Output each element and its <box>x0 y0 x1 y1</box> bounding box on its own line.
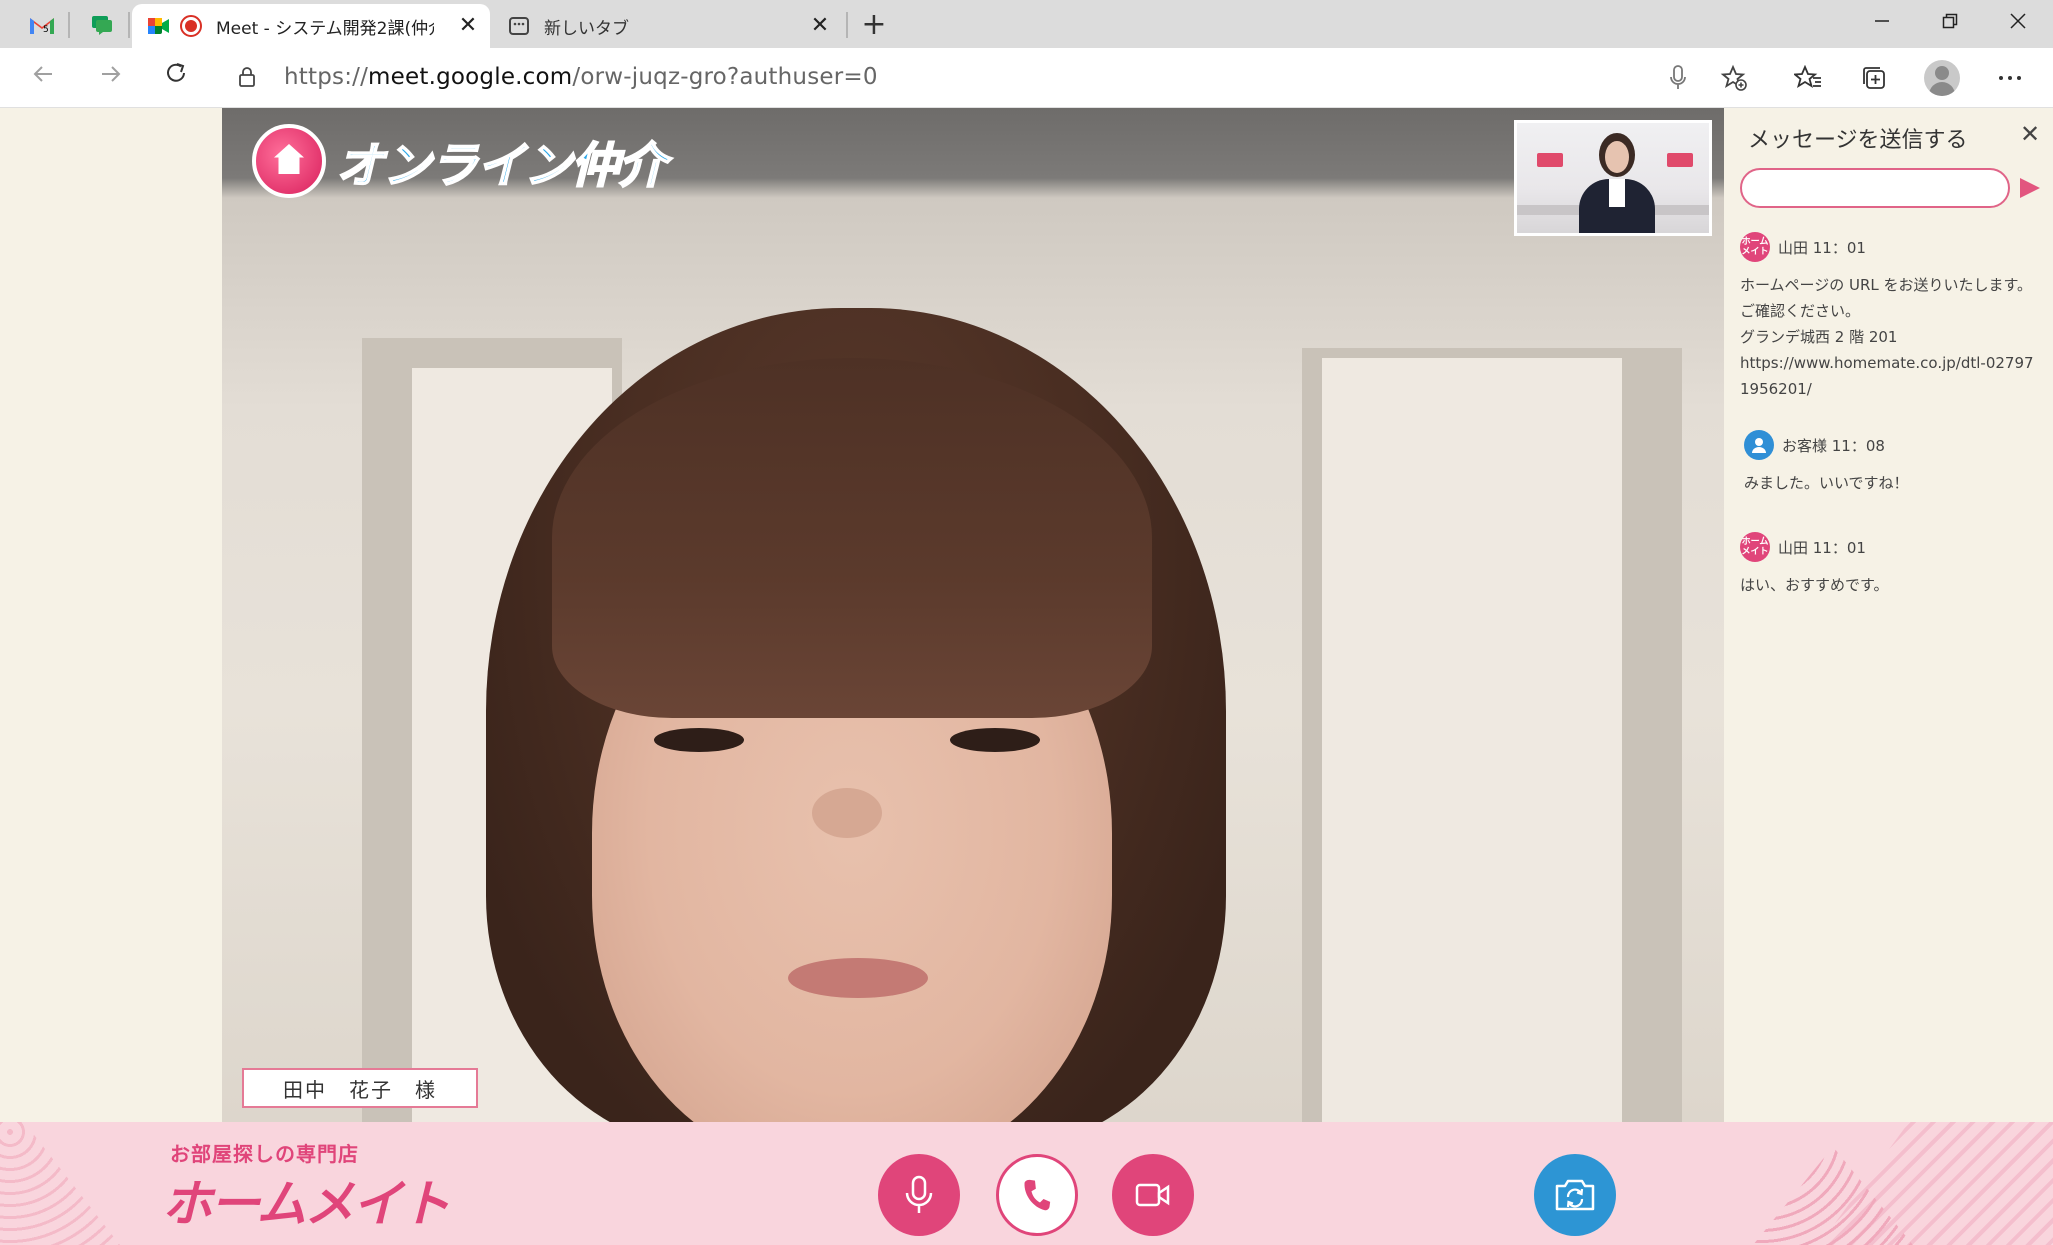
person-nose <box>812 788 882 838</box>
online-brokerage-logo-text: オンライン仲介 <box>335 137 667 195</box>
new-tab-page-icon <box>506 13 532 39</box>
customer-avatar-icon <box>1744 430 1774 460</box>
homemate-avatar-icon: ホーム メイト <box>1740 532 1770 562</box>
pinned-tab-chat[interactable] <box>76 6 128 44</box>
message-line: はい、おすすめです。 <box>1740 576 1889 594</box>
camera-toggle-button[interactable] <box>1112 1154 1194 1236</box>
message-line: グランデ城西 2 階 201 <box>1740 328 1898 346</box>
message-link[interactable]: https://www.homemate.co.jp/dtl-027971956… <box>1740 350 2040 402</box>
message-body: はい、おすすめです。 <box>1740 572 2040 598</box>
phone-icon <box>1024 1179 1051 1211</box>
chat-message-input[interactable] <box>1740 168 2010 208</box>
person-eye-left <box>654 728 744 752</box>
browser-toolbar: https://meet.google.com/orw-juqz-gro?aut… <box>0 48 2053 108</box>
call-control-bar: お部屋探しの専門店 ホームメイト <box>0 1122 2053 1245</box>
message-sender: 山田 11：01 <box>1778 238 1866 257</box>
collections-icon[interactable] <box>1858 62 1890 94</box>
forward-button[interactable] <box>92 60 128 96</box>
person-bangs <box>552 358 1152 718</box>
close-tab-icon[interactable]: ✕ <box>810 15 830 37</box>
participant-name-plate: 田中 花子 様 <box>242 1068 478 1108</box>
message-line: みました。いいですね！ <box>1744 474 1909 492</box>
left-margin <box>0 108 222 1122</box>
homemate-avatar-icon: ホーム メイト <box>1740 232 1770 262</box>
url-path: /orw-juqz-gro?authuser=0 <box>572 64 878 90</box>
address-bar[interactable]: https://meet.google.com/orw-juqz-gro?aut… <box>218 54 1764 100</box>
close-tab-icon[interactable]: ✕ <box>458 15 478 37</box>
remote-video: オンライン仲介 田中 花子 様 <box>222 108 1724 1122</box>
chat-message: ホーム メイト 山田 11：01 ホームページの URL をお送りいたします。 ご… <box>1740 232 2040 402</box>
url-text[interactable]: https://meet.google.com/orw-juqz-gro?aut… <box>284 64 878 90</box>
pinned-tab-gmail[interactable]: 5 <box>16 6 68 44</box>
arrow-right-icon <box>102 66 121 82</box>
wall-panel <box>1322 358 1622 1122</box>
recording-icon <box>178 13 204 39</box>
decorative-dots <box>0 1122 120 1245</box>
lock-icon[interactable] <box>238 66 256 92</box>
online-brokerage-logo: オンライン仲介 <box>252 124 667 198</box>
profile-avatar[interactable] <box>1924 60 1960 96</box>
tab-separator <box>68 12 70 38</box>
message-sender: お客様 11：08 <box>1782 436 1885 455</box>
chat-panel: メッセージを送信する ✕ ホーム メイト 山田 11：01 ホームページの URL… <box>1724 108 2053 1122</box>
send-message-button[interactable] <box>2020 178 2040 198</box>
end-call-button[interactable] <box>996 1154 1078 1236</box>
self-view-sign <box>1667 153 1693 167</box>
tab-meet[interactable]: Meet - システム開発2課(仲介 ✕ <box>132 4 490 48</box>
microphone-toggle-button[interactable] <box>878 1154 960 1236</box>
person-lips <box>788 958 928 998</box>
tab-separator <box>128 12 130 38</box>
restore-button[interactable] <box>1922 6 1978 40</box>
favorites-icon[interactable] <box>1792 62 1824 94</box>
gmail-badge: 5 <box>43 25 49 35</box>
message-sender: 山田 11：01 <box>1778 538 1866 557</box>
chat-message: お客様 11：08 みました。いいですね！ <box>1744 430 2044 496</box>
page-content: オンライン仲介 田中 花子 様 メッセージを送信する ✕ ホーム メイト 山田 1… <box>0 108 2053 1245</box>
tab-separator <box>846 12 848 38</box>
tab-title: 新しいタブ <box>544 18 629 39</box>
switch-camera-button[interactable] <box>1534 1154 1616 1236</box>
reload-icon <box>167 63 185 82</box>
url-scheme: https:// <box>284 64 369 90</box>
video-camera-icon <box>1135 1183 1170 1207</box>
self-view-person-face <box>1605 141 1629 173</box>
close-window-button[interactable] <box>1990 6 2046 40</box>
self-view-person-shirt <box>1609 179 1625 207</box>
microphone-icon[interactable] <box>1664 64 1692 92</box>
tab-title: Meet - システム開発2課(仲介 <box>216 18 434 39</box>
chat-message: ホーム メイト 山田 11：01 はい、おすすめです。 <box>1740 532 2040 598</box>
footer-brand-logo: ホームメイト <box>162 1175 450 1233</box>
chat-title: メッセージを送信する <box>1748 128 1968 153</box>
gmail-icon: 5 <box>30 18 54 35</box>
chat-icon <box>92 16 112 35</box>
arrow-left-icon <box>33 66 52 82</box>
self-view-sign <box>1537 153 1563 167</box>
message-line: ホームページの URL をお送りいたします。 <box>1740 276 2033 294</box>
house-emblem-icon <box>252 124 326 198</box>
minimize-button[interactable] <box>1854 6 1910 40</box>
self-view-video[interactable] <box>1514 120 1712 236</box>
add-favorite-icon[interactable] <box>1720 64 1748 92</box>
message-line: ご確認ください。 <box>1740 302 1861 320</box>
switch-camera-icon <box>1555 1179 1595 1211</box>
back-button[interactable] <box>26 60 62 96</box>
google-meet-icon <box>146 13 172 39</box>
message-body: ホームページの URL をお送りいたします。 ご確認ください。 グランデ城西 2… <box>1740 272 2040 402</box>
reload-button[interactable] <box>158 60 194 96</box>
message-body: みました。いいですね！ <box>1744 470 2044 496</box>
footer-brand-tagline: お部屋探しの専門店 <box>170 1142 359 1166</box>
microphone-icon <box>905 1175 933 1213</box>
close-chat-icon[interactable]: ✕ <box>2020 120 2040 148</box>
tab-new-tab[interactable]: 新しいタブ ✕ <box>492 4 842 48</box>
person-eye-right <box>950 728 1040 752</box>
new-tab-button[interactable]: + <box>858 10 890 42</box>
more-options-icon[interactable] <box>1994 62 2026 94</box>
url-host: meet.google.com <box>368 64 573 90</box>
browser-tab-strip: 5 Meet - システム開発2課(仲介 ✕ 新しいタブ ✕ + <box>0 0 2053 48</box>
